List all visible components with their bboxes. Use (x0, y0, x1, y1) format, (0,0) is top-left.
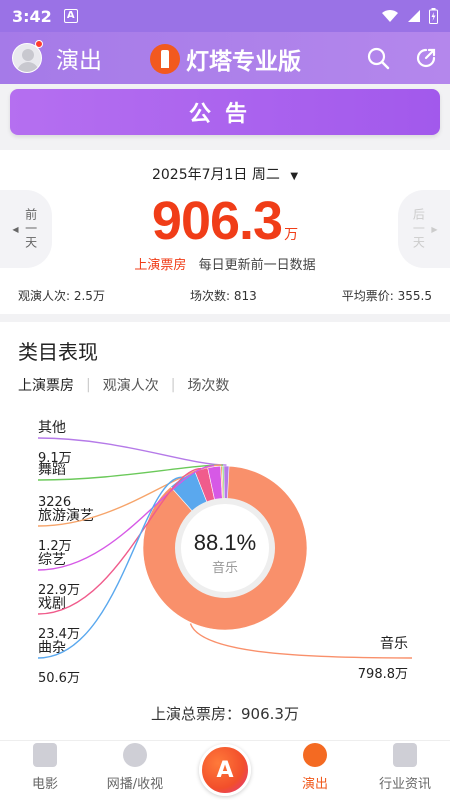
label-name-6: 其他 (38, 420, 66, 436)
lighthouse-logo-icon (150, 44, 180, 74)
wifi-icon (382, 9, 398, 22)
box-office-unit: 万 (284, 227, 299, 243)
category-donut-chart: 88.1%音乐其他舞蹈旅游演艺综艺戏剧曲杂9.1万32261.2万22.9万23… (37, 420, 413, 686)
label-name-3: 综艺 (38, 552, 66, 568)
donut-center-percent: 88.1% (194, 530, 256, 555)
label-value-3: 22.9万 (38, 583, 80, 598)
search-icon[interactable] (366, 46, 390, 70)
date-selector[interactable]: 2025年7月1日 周二 ▼ (0, 164, 450, 184)
tab-movie[interactable]: 电影 (0, 741, 90, 800)
status-bar: 3:42 A (0, 0, 450, 32)
notification-a-icon: A (63, 9, 78, 23)
box-office-caption: 上演票房 每日更新前一日数据 (0, 254, 450, 273)
date-text: 2025年7月1日 周二 (151, 167, 280, 183)
avg-price-stat: 平均票价: 355.5 (341, 289, 432, 303)
stats-row: 观演人次: 2.5万 场次数: 813 平均票价: 355.5 (18, 287, 432, 304)
label-value-0: 798.8万 (358, 667, 408, 682)
ai-assistant-button[interactable]: A (199, 744, 251, 796)
sessions-stat: 场次数: 813 (189, 289, 257, 303)
news-icon (393, 743, 417, 767)
label-value-2: 23.4万 (38, 627, 80, 642)
battery-icon (429, 8, 438, 24)
tab-streaming[interactable]: 网播/收视 (90, 741, 180, 800)
notification-dot (35, 40, 43, 48)
daily-summary-card: 2025年7月1日 周二 ▼ ◀ 前一天 后一天 ▶ 906.3 万 上演票房 每… (0, 150, 450, 314)
app-header: 演出 灯塔专业版 (0, 32, 450, 84)
microphone-icon (303, 743, 327, 767)
box-office-value: 906.3 万 (0, 190, 450, 252)
update-note: 每日更新前一日数据 (198, 258, 316, 273)
category-total: 上演总票房：906.3万 (151, 705, 299, 723)
tab-performance[interactable]: 演出 (270, 741, 360, 800)
box-office-number: 906.3 (151, 191, 283, 251)
announcement-banner[interactable]: 公告 (10, 89, 440, 135)
share-icon[interactable] (414, 46, 438, 70)
signal-icon (408, 10, 420, 22)
box-office-label: 上演票房 (134, 258, 187, 273)
section-title[interactable]: 演出 (56, 41, 102, 75)
category-performance-card: 类目表现 上演票房 | 观演人次 | 场次数 88.1% 音乐 其他 舞蹈 旅游演艺 综艺… (0, 322, 450, 740)
label-name-0: 音乐 (380, 635, 408, 652)
label-value-6: 9.1万 (38, 451, 72, 466)
label-value-5: 3226 (38, 495, 71, 510)
play-icon (123, 743, 147, 767)
brand-name: 灯塔专业版 (186, 49, 301, 75)
label-value-1: 50.6万 (38, 671, 80, 686)
ai-label: A (216, 757, 234, 783)
donut-center-label: 音乐 (212, 560, 238, 576)
tab-industry-news[interactable]: 行业资讯 (360, 741, 450, 800)
label-value-4: 1.2万 (38, 539, 72, 554)
status-time: 3:42 (12, 6, 52, 26)
brand: 灯塔专业版 (150, 42, 301, 76)
attendance-stat: 观演人次: 2.5万 (18, 289, 105, 303)
label-name-1: 曲杂 (38, 640, 66, 656)
label-name-4: 旅游演艺 (38, 508, 94, 524)
movie-icon (33, 743, 57, 767)
dropdown-triangle-icon: ▼ (290, 171, 299, 182)
